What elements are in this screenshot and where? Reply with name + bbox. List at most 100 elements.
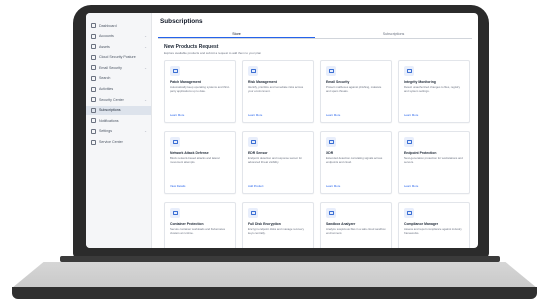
sidebar-item-label: Accounts [99, 34, 114, 39]
product-card[interactable]: Network Attack Defense Block network-base… [164, 131, 236, 194]
product-icon [404, 208, 414, 218]
product-link[interactable]: Learn More [404, 184, 418, 188]
sidebar-item-label: Cloud Security Posture [99, 55, 136, 60]
sidebar-item-assets[interactable]: Assets ⌄ [86, 42, 151, 51]
section-subtitle: Explore available products and submit a … [164, 51, 262, 55]
product-title: Sandbox Analyzer [326, 222, 356, 226]
product-icon [170, 137, 180, 147]
chevron-down-icon: ⌄ [144, 34, 147, 39]
sidebar-item-label: Notifications [99, 118, 119, 123]
product-description: Block network-based attacks and lateral … [170, 157, 220, 164]
sidebar-item-label: Dashboard [99, 23, 117, 28]
tab-bar: Store Subscriptions [158, 30, 472, 39]
nav-icon [91, 107, 96, 113]
product-card[interactable]: Integrity Monitoring Detect unauthorized … [398, 60, 470, 123]
sidebar-item-label: Subscriptions [99, 108, 121, 113]
product-icon [248, 66, 258, 76]
product-link[interactable]: View Details [170, 184, 185, 188]
laptop-screen: Dashboard Accounts ⌄ Assets ⌄ Cloud Security … [86, 13, 478, 248]
product-card[interactable]: Patch Management Automatically keep opera… [164, 60, 236, 123]
sidebar-item-label: Assets [99, 44, 110, 49]
product-link[interactable]: Learn More [326, 184, 340, 188]
sidebar-item-settings[interactable]: Settings ⌄ [86, 127, 151, 136]
product-title: Container Protection [170, 222, 204, 226]
sidebar-item-service-center[interactable]: Service Center [86, 138, 151, 147]
sidebar-item-cloud-security-posture[interactable]: Cloud Security Posture [86, 53, 151, 62]
product-card[interactable]: Sandbox Analyzer Analyze suspicious files… [320, 202, 392, 248]
product-icon [404, 66, 414, 76]
product-icon [170, 66, 180, 76]
product-description: Extended detection correlating signals a… [326, 157, 383, 164]
product-title: Integrity Monitoring [404, 80, 436, 84]
nav-icon [91, 44, 96, 50]
product-link[interactable]: Add Product [248, 184, 263, 188]
product-description: Identify, prioritize and remediate risks… [248, 86, 304, 93]
main-content: Subscriptions Store Subscriptions New Pr… [152, 13, 478, 248]
product-title: Email Security [326, 80, 350, 84]
product-link[interactable]: Learn More [248, 113, 262, 117]
product-description: Automatically keep operating systems and… [170, 86, 230, 93]
nav-icon [91, 128, 96, 134]
product-description: Next-generation protection for workstati… [404, 157, 463, 164]
product-description: Endpoint detection and response sensor f… [248, 157, 303, 164]
product-card[interactable]: Full Disk Encryption Encrypt endpoint dis… [242, 202, 314, 248]
product-title: Endpoint Protection [404, 151, 437, 155]
product-description: Secure container workloads and Kubernete… [170, 228, 226, 235]
product-link[interactable]: Learn More [326, 113, 340, 117]
section-title: New Products Request [164, 44, 219, 50]
product-title: EDR Sensor [248, 151, 268, 155]
product-grid: Patch Management Automatically keep opera… [164, 60, 470, 248]
product-card[interactable]: Container Protection Secure container wor… [164, 202, 236, 248]
nav-icon [91, 54, 96, 60]
sidebar-item-email-security[interactable]: Email Security ⌄ [86, 63, 151, 72]
tab-subscriptions[interactable]: Subscriptions [315, 30, 472, 38]
product-card[interactable]: EDR Sensor Endpoint detection and respons… [242, 131, 314, 194]
sidebar-item-label: Service Center [99, 140, 123, 145]
tab-store[interactable]: Store [158, 30, 315, 38]
sidebar-item-activities[interactable]: Activities [86, 85, 151, 94]
sidebar-item-search[interactable]: Search [86, 74, 151, 83]
product-description: Detect unauthorized changes to files, re… [404, 86, 460, 93]
sidebar-item-subscriptions[interactable]: Subscriptions [86, 105, 151, 115]
product-description: Assess and report compliance against ind… [404, 228, 462, 235]
nav-icon [91, 118, 96, 124]
chevron-down-icon: ⌄ [144, 65, 147, 70]
product-icon [326, 66, 336, 76]
sidebar-item-label: Settings [99, 129, 112, 134]
nav-icon [91, 65, 96, 71]
product-title: Risk Management [248, 80, 277, 84]
laptop-base-edge [12, 287, 537, 299]
product-card[interactable]: XDR Extended detection correlating signal… [320, 131, 392, 194]
nav-icon [91, 33, 96, 39]
nav-icon [91, 75, 96, 81]
product-icon [404, 137, 414, 147]
product-title: XDR [326, 151, 334, 155]
chevron-down-icon: ⌄ [144, 44, 147, 49]
product-title: Compliance Manager [404, 222, 439, 226]
product-link[interactable]: Learn More [404, 113, 418, 117]
product-card[interactable]: Endpoint Protection Next-generation prote… [398, 131, 470, 194]
product-icon [326, 137, 336, 147]
product-description: Analyze suspicious files in a safe cloud… [326, 228, 386, 235]
product-card[interactable]: Compliance Manager Assess and report comp… [398, 202, 470, 248]
sidebar-item-dashboard[interactable]: Dashboard [86, 21, 151, 30]
chevron-down-icon: ⌄ [144, 129, 147, 134]
sidebar-item-notifications[interactable]: Notifications [86, 116, 151, 125]
sidebar-item-label: Email Security [99, 65, 122, 70]
product-card[interactable]: Email Security Protect mailboxes against … [320, 60, 392, 123]
sidebar-item-accounts[interactable]: Accounts ⌄ [86, 32, 151, 41]
page-title: Subscriptions [160, 18, 203, 25]
chevron-down-icon: ⌄ [144, 97, 147, 102]
laptop-base [12, 262, 537, 288]
sidebar: Dashboard Accounts ⌄ Assets ⌄ Cloud Security … [86, 13, 152, 248]
product-icon [326, 208, 336, 218]
sidebar-item-security-center[interactable]: Security Center ⌄ [86, 95, 151, 104]
sidebar-item-label: Security Center [99, 97, 124, 102]
sidebar-item-label: Search [99, 76, 111, 81]
product-title: Patch Management [170, 80, 201, 84]
nav-icon [91, 139, 96, 145]
product-icon [170, 208, 180, 218]
product-card[interactable]: Risk Management Identify, prioritize and … [242, 60, 314, 123]
product-link[interactable]: Learn More [170, 113, 184, 117]
product-icon [248, 208, 258, 218]
